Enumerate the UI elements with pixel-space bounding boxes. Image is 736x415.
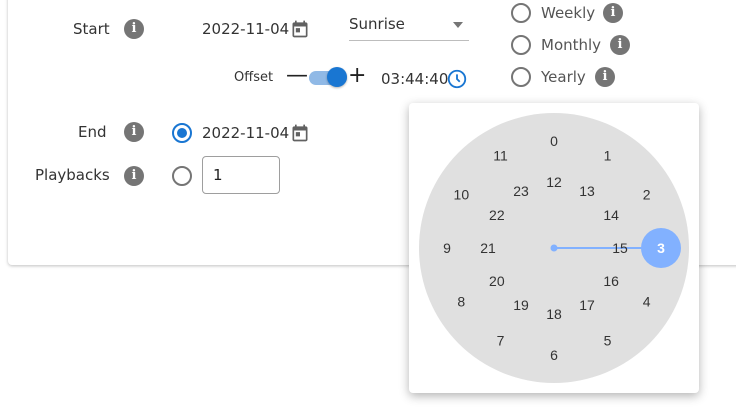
hour-inner-16[interactable]: 16 <box>603 273 619 289</box>
hour-inner-13[interactable]: 13 <box>579 183 595 199</box>
hour-inner-22[interactable]: 22 <box>489 207 505 223</box>
playbacks-input[interactable]: 1 <box>202 156 280 194</box>
weekly-label: Weekly <box>541 4 596 22</box>
weekly-info-icon[interactable]: i <box>603 3 623 23</box>
radio-end-date[interactable] <box>172 123 192 143</box>
monthly-info-icon[interactable]: i <box>610 35 630 55</box>
start-label: Start <box>73 20 110 38</box>
hour-inner-14[interactable]: 14 <box>603 207 619 223</box>
radio-playbacks[interactable] <box>172 166 192 186</box>
hour-outer-5[interactable]: 5 <box>604 333 612 349</box>
yearly-info-icon[interactable]: i <box>595 67 615 87</box>
hour-outer-4[interactable]: 4 <box>643 294 651 310</box>
hour-outer-11[interactable]: 11 <box>493 147 508 163</box>
hour-outer-7[interactable]: 7 <box>497 333 505 349</box>
hour-outer-8[interactable]: 8 <box>457 294 465 310</box>
hour-inner-20[interactable]: 20 <box>489 273 505 289</box>
hour-outer-9[interactable]: 9 <box>443 240 451 256</box>
playbacks-label: Playbacks <box>35 166 110 184</box>
playbacks-info-icon[interactable]: i <box>124 166 144 186</box>
hour-inner-23[interactable]: 23 <box>513 183 529 199</box>
start-date[interactable]: 2022-11-04 <box>202 20 289 38</box>
end-date[interactable]: 2022-11-04 <box>202 124 289 142</box>
time-picker-popup: 0 1 2 3 4 5 6 7 8 9 10 11 12 13 14 15 16 17 18 19 20 21 22 23 <box>409 103 699 393</box>
clock-icon[interactable] <box>446 68 468 90</box>
hour-outer-0[interactable]: 0 <box>550 133 558 149</box>
hour-outer-10[interactable]: 10 <box>454 187 470 203</box>
yearly-label: Yearly <box>541 68 586 86</box>
offset-time[interactable]: 03:44:40 <box>381 70 448 88</box>
end-calendar-icon[interactable] <box>290 123 310 143</box>
hour-outer-3[interactable]: 3 <box>657 240 665 256</box>
start-anchor-select[interactable]: Sunrise <box>349 14 469 41</box>
radio-weekly[interactable] <box>511 3 531 23</box>
hour-inner-15[interactable]: 15 <box>612 240 628 256</box>
start-calendar-icon[interactable] <box>290 19 310 39</box>
minus-icon[interactable]: — <box>286 63 308 88</box>
offset-toggle-thumb[interactable] <box>327 67 347 87</box>
hour-outer-2[interactable]: 2 <box>643 187 651 203</box>
hour-inner-18[interactable]: 18 <box>546 306 562 322</box>
hour-inner-19[interactable]: 19 <box>513 297 529 313</box>
radio-yearly[interactable] <box>511 67 531 87</box>
start-anchor-value: Sunrise <box>349 15 405 33</box>
chevron-down-icon <box>453 22 463 28</box>
hour-inner-12[interactable]: 12 <box>546 174 562 190</box>
hour-outer-6[interactable]: 6 <box>550 347 558 363</box>
hour-inner-17[interactable]: 17 <box>579 297 595 313</box>
monthly-label: Monthly <box>541 36 602 54</box>
start-info-icon[interactable]: i <box>124 19 144 39</box>
end-info-icon[interactable]: i <box>124 122 144 142</box>
clock-dial[interactable]: 01234567891011121314151617181920212223 <box>409 103 699 393</box>
hour-outer-1[interactable]: 1 <box>604 147 612 163</box>
end-label: End <box>78 123 107 141</box>
hour-inner-21[interactable]: 21 <box>480 240 496 256</box>
radio-monthly[interactable] <box>511 35 531 55</box>
offset-label: Offset <box>234 70 274 85</box>
plus-icon[interactable]: + <box>348 63 366 88</box>
